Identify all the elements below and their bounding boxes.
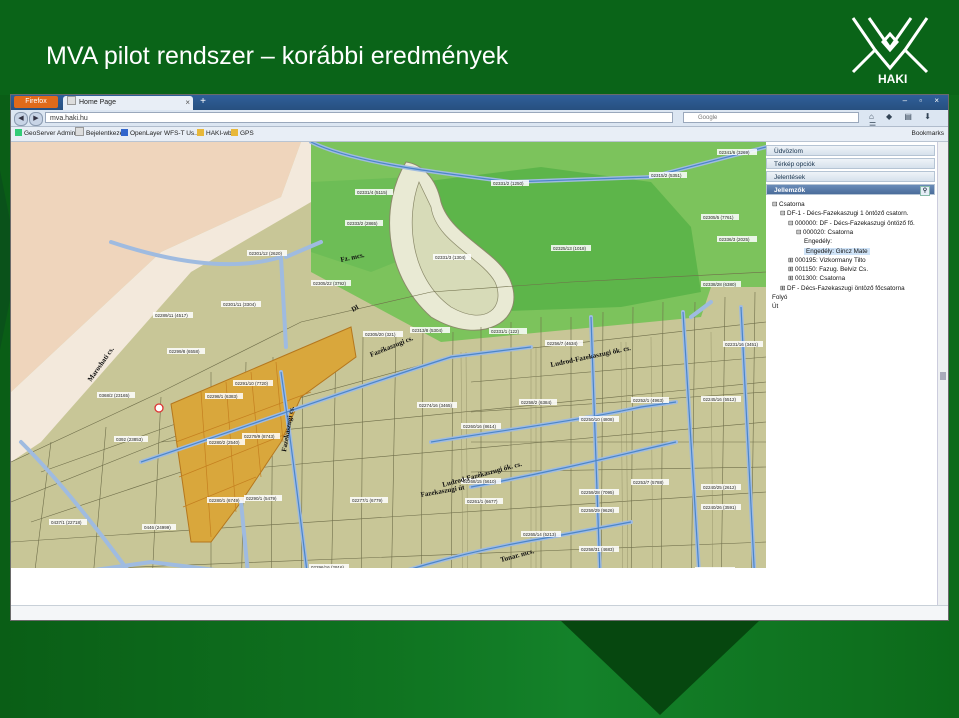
firefox-menu-button[interactable]: Firefox xyxy=(14,96,58,108)
parcel-label: 02240/26 (3591) xyxy=(703,505,737,510)
status-bar xyxy=(11,605,948,620)
page-favicon-icon xyxy=(67,96,76,105)
navigation-bar: ◀ ▶ mva.haki.hu Google ⌂ ◆ ▤ ⬇ ☰ xyxy=(11,110,948,130)
parcel-label: 02298/1 (6383) xyxy=(207,394,238,399)
bookmark-openlayer[interactable]: OpenLayer WFS-T Us... xyxy=(121,127,200,141)
parcel-label: 02289/11 (4517) xyxy=(155,313,188,318)
bookmark-gps[interactable]: GPS xyxy=(231,127,254,141)
parcel-label: 02331/3 (1304) xyxy=(435,255,466,260)
tree-node-selected[interactable]: Engedély: Gincz Mate xyxy=(804,247,870,256)
logo-text: HAKI xyxy=(878,72,908,86)
parcel-label: 02338/28 (6380) xyxy=(703,282,737,287)
tree-node[interactable]: ⊟ DF-1 - Décs-Fazekaszugi 1 öntöző csato… xyxy=(780,209,908,218)
parcel-label: 02315/2 (5351) xyxy=(651,173,682,178)
parcel-label: 02299/8 (6558) xyxy=(169,349,200,354)
parcel-label: 0437/1 (22718) xyxy=(51,520,82,525)
map-bottom-area xyxy=(11,568,766,605)
tree-node[interactable]: ⊞ DF - Décs-Fazekaszugi öntöző főcsatorn… xyxy=(780,284,905,293)
tree-node[interactable]: ⊞ 000195: Vizkormany Tilto xyxy=(788,256,866,265)
slide-title: MVA pilot rendszer – korábbi eredmények xyxy=(46,42,509,70)
search-icon[interactable]: ⚲ xyxy=(920,186,930,196)
panel-welcome[interactable]: Üdvözlom xyxy=(766,145,935,156)
parcel-label: 02305/20 (321) xyxy=(365,332,396,337)
parcel-label: 02259/28 (7095) xyxy=(581,490,615,495)
parcel-label: 02331/4 (5115) xyxy=(357,190,388,195)
bookmarks-toolbar: GeoServer Admin Bejelentkezés OpenLayer … xyxy=(11,127,948,142)
new-tab-button[interactable]: + xyxy=(197,96,209,108)
parcel-label: 0368/2 (23165) xyxy=(99,393,130,398)
parcel-label: 02253/7 (5788) xyxy=(633,480,664,485)
parcel-label: 02258/2 (6384) xyxy=(521,400,552,405)
tree-node[interactable]: ⊟ 000020: Csatorna xyxy=(796,228,853,237)
presentation-slide: MVA pilot rendszer – korábbi eredmények … xyxy=(0,0,959,718)
close-tab-icon[interactable]: × xyxy=(185,96,190,110)
tab-title: Home Page xyxy=(79,99,116,106)
decorative-triangle-bottom xyxy=(560,620,760,715)
forward-button[interactable]: ▶ xyxy=(29,112,43,126)
parcel-label: 02280/2 (2540) xyxy=(209,440,240,445)
map-view[interactable]: 02331/4 (5115) 02331/2 (1250) 02315/2 (5… xyxy=(11,142,766,605)
parcel-label: 02245/16 (5512) xyxy=(703,397,737,402)
parcel-label: 02231/16 (3451) xyxy=(725,342,759,347)
parcel-label: 02261/1 (6677) xyxy=(467,499,498,504)
search-input[interactable]: Google xyxy=(683,112,859,123)
parcel-label: 0446 (24999) xyxy=(144,525,171,530)
tree-node[interactable]: ⊞ 001300: Csatorna xyxy=(788,274,845,283)
tree-node-csatorna[interactable]: ⊟ Csatorna xyxy=(772,200,805,209)
parcel-label: 02280/1 (6749) xyxy=(209,498,240,503)
back-button[interactable]: ◀ xyxy=(14,112,28,126)
parcel-label: 02305/5 (7761) xyxy=(703,215,734,220)
bookmarks-menu[interactable]: Bookmarks xyxy=(911,127,944,141)
page-scrollbar[interactable] xyxy=(937,142,948,605)
parcel-label: 02333/2 (2865) xyxy=(347,221,378,226)
parcel-label: 02331/2 (1250) xyxy=(493,181,524,186)
parcel-label: 02259/29 (9626) xyxy=(581,508,615,513)
parcel-label: 02301/11 (3304) xyxy=(223,302,256,307)
tab-home-page[interactable]: Home Page × xyxy=(63,96,193,110)
tree-node[interactable]: ⊟ 000000: DF - Décs-Fazekaszugi öntöző f… xyxy=(788,219,915,228)
panel-features[interactable]: Jellemzők ⚲ xyxy=(766,184,935,196)
parcel-label: 02325/13 (1018) xyxy=(553,246,587,251)
tree-node-folyo[interactable]: Folyó xyxy=(772,293,787,302)
sidebar-panel: Üdvözlom Térkép opciók Jelentések Jellem… xyxy=(766,142,936,605)
parcel-label: 02277/1 (6779) xyxy=(352,498,383,503)
parcel-label: 02341/6 (3269) xyxy=(719,150,750,155)
tree-node-ut[interactable]: Út xyxy=(772,302,778,311)
parcel-label: 02291/10 (7720) xyxy=(235,381,269,386)
browser-window: Firefox Home Page × + – ▫ × ◀ ▶ mva.haki… xyxy=(11,95,948,620)
panel-map-options[interactable]: Térkép opciók xyxy=(766,158,935,169)
scrollbar-thumb[interactable] xyxy=(940,372,946,380)
panel-features-label: Jellemzők xyxy=(774,187,806,194)
parcel-label: 02256/7 (4634) xyxy=(547,341,578,346)
parcel-label: 02301/12 (2620) xyxy=(249,251,283,256)
parcel-label: 02265/14 (5213) xyxy=(523,532,557,537)
parcel-label: 0392 (23853) xyxy=(116,437,143,442)
panel-reports[interactable]: Jelentések xyxy=(766,171,935,182)
tree-node[interactable]: ⊞ 001150: Fazug. Belviz Cs. xyxy=(788,265,868,274)
tab-bar: Firefox Home Page × + – ▫ × xyxy=(11,95,948,110)
parcel-label: 02290/1 (5479) xyxy=(246,496,277,501)
tree-node[interactable]: Engedély: xyxy=(804,237,832,246)
bookmark-geoserver[interactable]: GeoServer Admin xyxy=(15,127,75,141)
parcel-label: 02252/1 (4963) xyxy=(633,398,664,403)
parcel-label: 02279/9 (8743) xyxy=(244,434,275,439)
parcel-label: 02305/22 (3792) xyxy=(313,281,347,286)
parcel-label: 02313/8 (5304) xyxy=(412,328,443,333)
parcel-label: 02240/25 (2612) xyxy=(703,485,737,490)
window-controls[interactable]: – ▫ × xyxy=(903,96,944,105)
parcel-label: 02258/31 (4683) xyxy=(581,547,615,552)
url-bar[interactable]: mva.haki.hu xyxy=(45,112,673,123)
bookmark-login[interactable]: Bejelentkezés xyxy=(75,127,126,141)
map-canvas[interactable]: 02331/4 (5115) 02331/2 (1250) 02315/2 (5… xyxy=(11,142,766,605)
parcel-label: 02336/3 (2025) xyxy=(719,237,750,242)
bookmark-haki-wb[interactable]: HAKI-wb xyxy=(197,127,232,141)
feature-tree: ⊟ Csatorna ⊟ DF-1 - Décs-Fazekaszugi 1 ö… xyxy=(766,200,935,310)
parcel-label: 02331/1 (122) xyxy=(491,329,520,334)
parcel-label: 02250/10 (4808) xyxy=(581,417,615,422)
parcel-label: 02274/16 (3465) xyxy=(419,403,453,408)
parcel-label: 02260/16 (8614) xyxy=(463,424,497,429)
